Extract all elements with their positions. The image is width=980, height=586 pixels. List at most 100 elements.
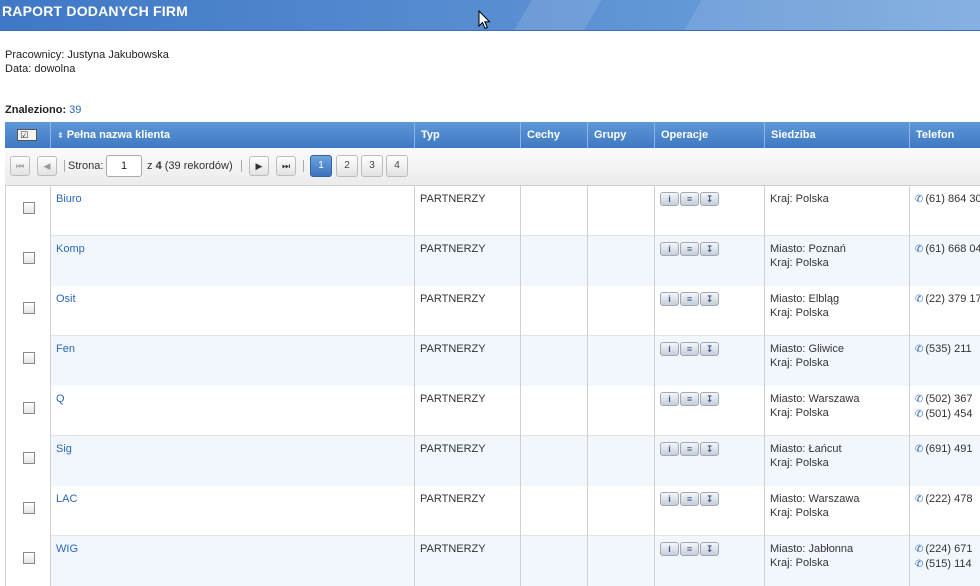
download-icon[interactable]: ↧ — [700, 192, 719, 206]
client-name-link[interactable]: Q — [56, 393, 65, 405]
pagination-bar: ⏮ ◀ Strona: 1 z 4 (39 rekordów) ▶ ⏭ 1 2 … — [5, 148, 980, 186]
table-row: Osit PARTNERZY i ≡ ↧ Miasto: Elbląg Kraj: Pols… — [5, 286, 980, 336]
phone-number[interactable]: (61) 864 30 — [925, 193, 980, 205]
phone-cell: ✆ (224) 671 ✆ (515) 114 — [910, 536, 980, 586]
seat-line: Miasto: Warszawa — [770, 493, 860, 505]
client-groups-cell — [588, 286, 655, 336]
column-header-phone[interactable]: Telefon — [910, 122, 980, 148]
table-row: Komp PARTNERZY i ≡ ↧ Miasto: Poznań Kraj: Pols… — [5, 236, 980, 286]
client-features-cell — [521, 336, 588, 386]
client-name-link[interactable]: Sig — [56, 443, 72, 455]
page-link-4[interactable]: 4 — [386, 155, 408, 177]
info-icon[interactable]: i — [660, 292, 679, 306]
phone-icon: ✆ — [915, 294, 924, 305]
info-icon[interactable]: i — [660, 492, 679, 506]
column-header-type[interactable]: Typ — [415, 122, 521, 148]
phone-line: ✆ (501) 454 — [915, 407, 980, 422]
client-name-link[interactable]: WIG — [56, 543, 78, 555]
client-name-link[interactable]: LAC — [56, 493, 77, 505]
column-header-groups[interactable]: Grupy — [588, 122, 655, 148]
client-name-cell: Q — [51, 386, 415, 436]
client-features-cell — [521, 536, 588, 586]
next-page-button[interactable]: ▶ — [249, 156, 269, 176]
first-page-button[interactable]: ⏮ — [10, 156, 30, 176]
prev-page-button[interactable]: ◀ — [37, 156, 57, 176]
list-icon[interactable]: ≡ — [680, 292, 699, 306]
download-icon[interactable]: ↧ — [700, 292, 719, 306]
operations-cell: i ≡ ↧ — [655, 286, 765, 336]
phone-number[interactable]: (222) 478 — [925, 493, 972, 505]
phone-icon: ✆ — [915, 494, 924, 505]
client-features-cell — [521, 486, 588, 536]
row-checkbox[interactable] — [23, 202, 35, 214]
row-checkbox[interactable] — [23, 502, 35, 514]
phone-number[interactable]: (535) 211 — [925, 343, 971, 355]
client-name-link[interactable]: Komp — [56, 243, 85, 255]
results-count-value: 39 — [69, 104, 82, 116]
phone-cell: ✆ (502) 367 ✆ (501) 454 — [910, 386, 980, 436]
list-icon[interactable]: ≡ — [680, 442, 699, 456]
list-icon[interactable]: ≡ — [680, 392, 699, 406]
row-checkbox[interactable] — [23, 302, 35, 314]
phone-number[interactable]: (515) 114 — [925, 558, 971, 570]
seat-cell: Miasto: Poznań Kraj: Polska — [765, 236, 910, 286]
phone-number[interactable]: (501) 454 — [925, 408, 972, 420]
page-link-2[interactable]: 2 — [336, 155, 358, 177]
list-icon[interactable]: ≡ — [680, 342, 699, 356]
client-groups-cell — [588, 336, 655, 386]
list-icon[interactable]: ≡ — [680, 492, 699, 506]
row-checkbox[interactable] — [23, 452, 35, 464]
row-checkbox[interactable] — [23, 352, 35, 364]
info-icon[interactable]: i — [660, 442, 679, 456]
last-page-button[interactable]: ⏭ — [276, 156, 296, 176]
client-name-link[interactable]: Biuro — [56, 193, 82, 205]
info-icon[interactable]: i — [660, 542, 679, 556]
column-header-name[interactable]: ⬍ Pełna nazwa klienta — [51, 122, 415, 148]
download-icon[interactable]: ↧ — [700, 342, 719, 356]
info-icon[interactable]: i — [660, 342, 679, 356]
client-type-cell: PARTNERZY — [415, 336, 521, 386]
select-all-checkbox[interactable]: ☑ — [17, 129, 37, 141]
info-icon[interactable]: i — [660, 392, 679, 406]
client-name-link[interactable]: Fen — [56, 343, 75, 355]
phone-number[interactable]: (224) 671 — [925, 543, 972, 555]
phone-number[interactable]: (502) 367 — [925, 393, 972, 405]
download-icon[interactable]: ↧ — [700, 242, 719, 256]
download-icon[interactable]: ↧ — [700, 542, 719, 556]
client-name-cell: WIG — [51, 536, 415, 586]
phone-number[interactable]: (22) 379 17 — [925, 293, 980, 305]
seat-cell: Miasto: Łańcut Kraj: Polska — [765, 436, 910, 486]
phone-cell: ✆ (61) 864 30 — [910, 186, 980, 236]
phone-icon: ✆ — [915, 409, 924, 420]
records-count-text: (39 rekordów) — [164, 160, 233, 172]
list-icon[interactable]: ≡ — [680, 192, 699, 206]
info-icon[interactable]: i — [660, 242, 679, 256]
info-icon[interactable]: i — [660, 192, 679, 206]
table-header: ☑ ⬍ Pełna nazwa klienta Typ Cechy Grupy O… — [5, 122, 980, 148]
phone-icon: ✆ — [915, 544, 924, 555]
row-select-cell — [5, 286, 51, 336]
seat-line: Kraj: Polska — [770, 407, 829, 419]
list-icon[interactable]: ≡ — [680, 242, 699, 256]
phone-line: ✆ (222) 478 — [915, 492, 980, 507]
column-header-operations[interactable]: Operacje — [655, 122, 765, 148]
download-icon[interactable]: ↧ — [700, 392, 719, 406]
column-header-features[interactable]: Cechy — [521, 122, 588, 148]
column-header-seat[interactable]: Siedziba — [765, 122, 910, 148]
table-row: Fen PARTNERZY i ≡ ↧ Miasto: Gliwice Kraj: Pols… — [5, 336, 980, 386]
phone-number[interactable]: (61) 668 04 — [925, 243, 980, 255]
row-checkbox[interactable] — [23, 252, 35, 264]
page-number-input[interactable]: 1 — [106, 155, 142, 177]
phone-cell: ✆ (222) 478 — [910, 486, 980, 536]
row-checkbox[interactable] — [23, 552, 35, 564]
page-link-3[interactable]: 3 — [361, 155, 383, 177]
page-link-1[interactable]: 1 — [310, 155, 332, 177]
client-groups-cell — [588, 236, 655, 286]
download-icon[interactable]: ↧ — [700, 492, 719, 506]
row-checkbox[interactable] — [23, 402, 35, 414]
phone-number[interactable]: (691) 491 — [925, 443, 972, 455]
download-icon[interactable]: ↧ — [700, 442, 719, 456]
list-icon[interactable]: ≡ — [680, 542, 699, 556]
report-filters: Pracownicy: Justyna Jakubowska Data: dow… — [5, 48, 169, 76]
client-name-link[interactable]: Osit — [56, 293, 76, 305]
